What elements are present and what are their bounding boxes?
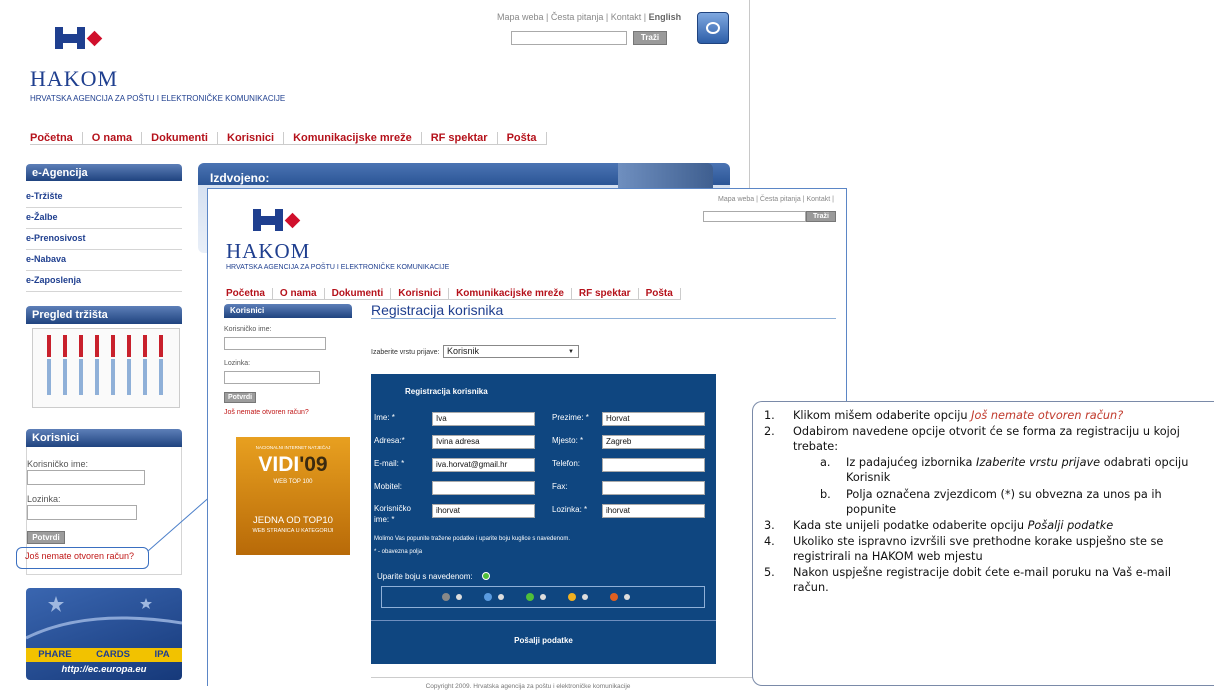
step-1: Klikom mišem odaberite opciju Još nemate… [793, 409, 1124, 422]
radio-green[interactable] [540, 594, 546, 600]
step-a: Iz padajućeg izbornika Izaberite vrstu p… [846, 456, 1189, 485]
vidi-banner[interactable]: NACIONALNI INTERNET NATJEČAJ VIDI'09 WEB… [236, 437, 350, 555]
mjesto-input[interactable]: Zagreb [602, 435, 705, 449]
vidi-line1: JEDNA OD TOP10 [253, 515, 333, 526]
match-label: Uparite boju s navedenom: [377, 572, 473, 581]
chevron-down-icon: ▼ [568, 349, 574, 355]
username-input[interactable] [224, 337, 326, 350]
mjesto-label: Mjesto: * [552, 436, 584, 445]
vidi-line2: WEB STRANICA U KATEGORIJI [252, 528, 334, 534]
username-label: Korisničko ime: [224, 326, 272, 333]
step-4: Ukoliko ste ispravno izvršili sve pretho… [793, 535, 1164, 564]
register-link[interactable]: Još nemate otvoren račun? [224, 409, 309, 416]
step-4-number: 4. [764, 535, 775, 548]
password-label: Lozinka: [224, 360, 251, 367]
radio-grey[interactable] [456, 594, 462, 600]
prezime-label: Prezime: * [552, 413, 589, 422]
radio-orange[interactable] [624, 594, 630, 600]
lozinka-label: Lozinka: * [552, 505, 588, 514]
type-selected-value: Korisnik [447, 346, 480, 356]
email-label: E-mail: * [374, 459, 405, 468]
page-title: Registracija korisnika [371, 302, 504, 318]
login-submit-button[interactable]: Potvrdi [224, 392, 256, 403]
color-choices [381, 586, 705, 608]
nav-pocetna[interactable]: Početna [226, 288, 273, 299]
step-1-number: 1. [764, 409, 775, 422]
logo-text: HAKOM [226, 239, 311, 263]
step-2-number: 2. [764, 425, 775, 438]
registration-form: Registracija korisnika Ime: * Iva Prezim… [371, 374, 716, 664]
nav-posta[interactable]: Pošta [639, 288, 681, 299]
korisnici-header: Korisnici [224, 304, 352, 318]
search-button[interactable]: Traži [806, 211, 836, 222]
telefon-input[interactable] [602, 458, 705, 472]
step-3-number: 3. [764, 519, 775, 532]
main-nav: Početna O nama Dokumenti Korisnici Komun… [226, 286, 681, 300]
email-input[interactable]: iva.horvat@gmail.hr [432, 458, 535, 472]
adresa-label: Adresa:* [374, 436, 405, 445]
fax-label: Fax: [552, 482, 568, 491]
radio-yellow[interactable] [582, 594, 588, 600]
green-ball-icon [526, 593, 534, 601]
step-5-number: 5. [764, 566, 775, 579]
instruction-callout: 1. Klikom mišem odaberite opciju Još nem… [752, 401, 1214, 686]
form-note: Molimo Vas popunite tražene podatke i up… [374, 536, 571, 542]
vidi-brand: VIDI'09 [258, 453, 328, 476]
type-select[interactable]: Korisnik ▼ [443, 345, 579, 358]
copyright: Copyright 2009. Hrvatska agencija za poš… [425, 683, 631, 690]
radio-blue[interactable] [498, 594, 504, 600]
required-note: * - obavezna polja [374, 549, 423, 555]
korisnicko-label: Korisničko ime: * [374, 504, 411, 524]
ime-input[interactable]: Iva [432, 412, 535, 426]
type-label: Izaberite vrstu prijave: [371, 349, 440, 356]
search-input[interactable] [703, 211, 806, 222]
target-color-icon [482, 572, 490, 580]
ime-label: Ime: * [374, 413, 395, 422]
step-5: Nakon uspješne registracije dobit ćete e… [793, 566, 1171, 595]
prezime-input[interactable]: Horvat [602, 412, 705, 426]
grey-ball-icon [442, 593, 450, 601]
telefon-label: Telefon: [552, 459, 581, 468]
step-3: Kada ste unijeli podatke odaberite opcij… [793, 519, 1114, 532]
nav-dokumenti[interactable]: Dokumenti [325, 288, 392, 299]
nav-korisnici[interactable]: Korisnici [391, 288, 450, 299]
step-b: Polja označena zvjezdicom (*) su obvezna… [846, 488, 1162, 517]
mobitel-input[interactable] [432, 481, 535, 495]
top-links[interactable]: Mapa weba | Česta pitanja | Kontakt | [718, 196, 834, 203]
mobitel-label: Mobitel: [374, 482, 403, 491]
agency-name: HRVATSKA AGENCIJA ZA POŠTU I ELEKTRONIČK… [226, 264, 450, 271]
adresa-input[interactable]: Ivina adresa [432, 435, 535, 449]
title-divider [371, 318, 836, 319]
step-2: Odabirom navedene opcije otvorit će se f… [793, 425, 1180, 454]
nav-o-nama[interactable]: O nama [273, 288, 325, 299]
blue-ball-icon [484, 593, 492, 601]
korisnicko-input[interactable]: ihorvat [432, 504, 535, 518]
vidi-top: NACIONALNI INTERNET NATJEČAJ [255, 445, 331, 450]
orange-ball-icon [610, 593, 618, 601]
registration-page: Mapa weba | Česta pitanja | Kontakt | Tr… [207, 188, 847, 690]
send-data-button[interactable]: Pošalji podatke [371, 636, 716, 645]
vidi-sub: WEB TOP 100 [273, 479, 313, 485]
form-title: Registracija korisnika [405, 387, 488, 396]
yellow-ball-icon [568, 593, 576, 601]
nav-komunikacijske-mreze[interactable]: Komunikacijske mreže [449, 288, 572, 299]
fax-input[interactable] [602, 481, 705, 495]
step-a-letter: a. [820, 456, 831, 469]
lozinka-input[interactable]: ihorvat [602, 504, 705, 518]
nav-rf-spektar[interactable]: RF spektar [572, 288, 639, 299]
password-input[interactable] [224, 371, 320, 384]
step-b-letter: b. [820, 488, 831, 501]
form-divider [371, 620, 716, 621]
